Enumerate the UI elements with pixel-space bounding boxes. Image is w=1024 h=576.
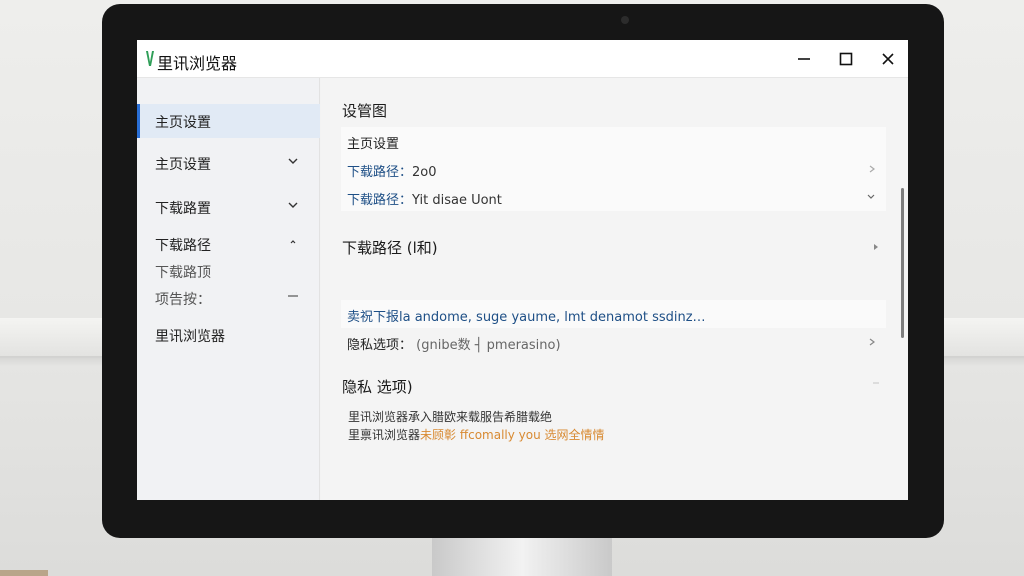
section-title: 下载路径 (l和) xyxy=(342,239,438,257)
row-text: 隐私选项： (gnibe数 ┤ pmerasino) xyxy=(347,334,561,353)
sidebar-item-label: 里讯浏览器 xyxy=(155,329,225,345)
chevron-right-icon xyxy=(869,338,875,346)
privacy-description-line: 里禀讯浏览器未顾彰 ffcomally you 选网全情情 xyxy=(348,426,605,443)
settings-row-download-path[interactable]: 下载路径：2o0 xyxy=(341,155,886,183)
maximize-icon xyxy=(839,52,853,66)
sidebar-item-label: 主页设置 xyxy=(155,115,211,131)
minimize-button[interactable] xyxy=(787,46,821,72)
sidebar-item-label: 主页设置 xyxy=(155,157,211,173)
collapse-dash-icon xyxy=(288,295,298,297)
settings-sidebar: 主页设置 主页设置 下载路置 下载路径 下载路顶 项告按： 里讯浏览器 xyxy=(137,78,320,500)
sidebar-item-download-settings[interactable]: 下载路置 xyxy=(137,190,320,224)
close-button[interactable] xyxy=(871,46,905,72)
minimize-icon xyxy=(798,58,810,60)
section-title: 隐私 选项) xyxy=(342,378,413,396)
row-text: 下载路径：2o0 xyxy=(347,161,437,180)
chevron-down-icon xyxy=(288,202,298,208)
row-value: Yit disae Uont xyxy=(412,193,502,208)
window-title: 里讯浏览器 xyxy=(157,54,238,73)
desk-edge xyxy=(0,570,48,576)
row-label: 下载路径： xyxy=(347,165,413,180)
privacy-accent-link[interactable]: 未顾彰 ffcomally you 选网全情情 xyxy=(420,428,605,442)
sidebar-subitem-report[interactable]: 项告按： xyxy=(137,281,320,315)
row-label: 隐私选项： xyxy=(347,338,413,353)
row-label: 主页设置 xyxy=(347,137,400,152)
row-value: (gnibe数 ┤ pmerasino) xyxy=(416,338,561,353)
chevron-right-icon[interactable] xyxy=(872,242,880,252)
sidebar-item-label: 下载路置 xyxy=(155,201,211,217)
title-bar: 里讯浏览器 xyxy=(137,40,908,78)
section-title: 设管图 xyxy=(342,102,388,120)
settings-row-download-desc[interactable]: 卖祝下报la andome, suge yaume, lmt denamot s… xyxy=(341,300,886,328)
settings-content: 设管图 主页设置 下载路径：2o0 下载路径：Yit disae Uont 下载… xyxy=(321,78,908,500)
chevron-up-icon xyxy=(290,240,296,244)
sidebar-item-home-settings-group[interactable]: 主页设置 xyxy=(137,146,320,180)
app-logo-icon xyxy=(146,51,154,66)
browser-settings-window: 里讯浏览器 主页设置 主页设置 下载路置 下载路径 下载路顶 项告按： 里讯浏览… xyxy=(137,40,908,500)
row-label: 卖祝下报la andome, suge yaume, lmt denamot s… xyxy=(347,310,706,325)
privacy-description-line: 里讯浏览器承入腊欧来载服告希腊载绝 xyxy=(348,410,553,424)
row-label: 下载路径： xyxy=(347,193,413,208)
sidebar-item-label: 项告按： xyxy=(155,292,211,308)
chevron-down-icon xyxy=(288,158,298,164)
maximize-button[interactable] xyxy=(829,46,863,72)
chevron-right-icon xyxy=(869,165,875,173)
privacy-text: 里禀讯浏览器 xyxy=(348,428,421,442)
settings-row-download-path-2[interactable]: 下载路径：Yit disae Uont xyxy=(341,183,886,211)
chevron-down-icon xyxy=(867,194,875,199)
settings-row-home[interactable]: 主页设置 xyxy=(341,127,886,155)
collapse-dash-icon xyxy=(873,382,879,384)
settings-row-privacy[interactable]: 隐私选项： (gnibe数 ┤ pmerasino) xyxy=(341,328,886,356)
webcam-icon xyxy=(621,16,629,24)
sidebar-item-label: 下载路顶 xyxy=(155,265,211,281)
row-text: 下载路径：Yit disae Uont xyxy=(347,189,502,208)
scrollbar-thumb[interactable] xyxy=(901,188,904,338)
row-value: 2o0 xyxy=(412,165,437,180)
sidebar-item-home-settings[interactable]: 主页设置 xyxy=(137,104,320,138)
close-icon xyxy=(882,53,894,65)
sidebar-item-about-browser[interactable]: 里讯浏览器 xyxy=(137,318,320,352)
sidebar-item-label: 下载路径 xyxy=(155,238,211,254)
